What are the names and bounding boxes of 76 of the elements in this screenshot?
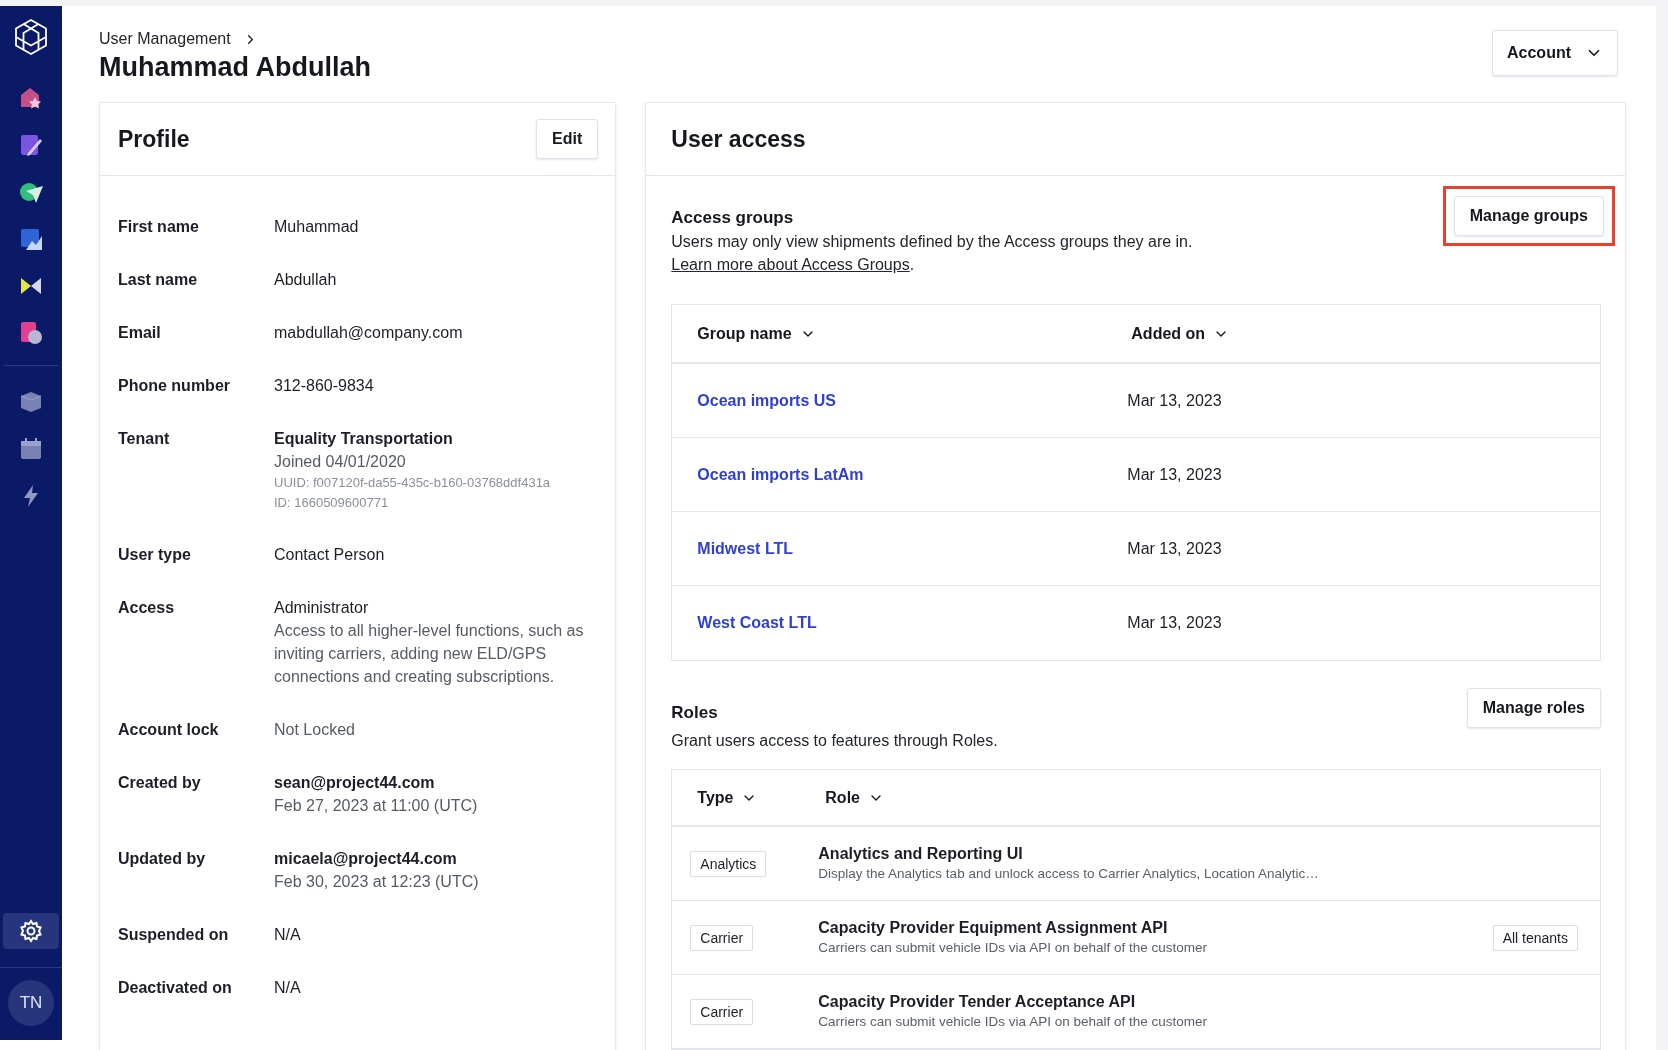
column-header[interactable]: Role xyxy=(825,788,884,807)
group-link[interactable]: Ocean imports US xyxy=(697,391,836,410)
learn-more-link[interactable]: Learn more about Access Groups xyxy=(671,256,910,273)
table-cell-text: Mar 13, 2023 xyxy=(1127,539,1223,558)
scope-tag: All tenants xyxy=(1492,924,1578,951)
account-button[interactable]: Account xyxy=(1492,30,1618,76)
manage-roles-button[interactable]: Manage roles xyxy=(1466,688,1601,728)
section-title: Roles xyxy=(671,702,719,724)
section-description: Grant users access to features through Roles. xyxy=(671,731,998,751)
edit-button[interactable]: Edit xyxy=(536,119,599,159)
section-title: Access groups xyxy=(671,207,795,229)
table-cell-text: Mar 13, 2023 xyxy=(1127,614,1223,632)
pencil-icon xyxy=(18,132,44,158)
field-value: Equality Transportation xyxy=(274,429,454,449)
table-cell-text: Mar 13, 2023 xyxy=(1127,391,1223,410)
field-label: User type xyxy=(118,545,192,565)
user-avatar[interactable]: TN xyxy=(8,980,54,1026)
field-value: Abdullah xyxy=(274,270,338,290)
role-description: Carriers can submit vehicle IDs via API on behalf of the customer xyxy=(818,939,1208,957)
home-star-icon xyxy=(18,85,44,111)
column-header[interactable]: Added on xyxy=(1131,324,1230,343)
group-link[interactable]: Midwest LTL xyxy=(697,539,793,558)
field-label: Created by xyxy=(118,773,202,793)
sidebar-item[interactable] xyxy=(3,913,59,949)
card-title: User access xyxy=(671,125,806,153)
field-value: 312-860-9834 xyxy=(274,376,375,396)
field-label: Email xyxy=(118,323,162,343)
logo-icon xyxy=(13,18,49,56)
manage-groups-button[interactable]: Manage groups xyxy=(1453,196,1604,236)
group-link[interactable]: West Coast LTL xyxy=(697,614,817,632)
role-description: Display the Analytics tab and unlock access to Carrier Analytics, Location Analytic… xyxy=(818,865,1320,883)
calendar-icon xyxy=(18,436,44,462)
cube-icon xyxy=(18,389,44,415)
field-value: Feb 30, 2023 at 12:23 (UTC) xyxy=(274,872,480,892)
field-label: Tenant xyxy=(118,429,171,449)
field-value: Muhammad xyxy=(274,217,360,237)
card-title: Profile xyxy=(118,125,190,153)
field-value: sean@project44.com xyxy=(274,773,436,793)
field-value: Joined 04/01/2020 xyxy=(274,452,407,472)
learn-more-text: Learn more about Access Groups. xyxy=(671,255,916,275)
role-title: Capacity Provider Equipment Assignment API xyxy=(818,918,1169,938)
field-value: Contact Person xyxy=(274,545,386,565)
type-tag: Analytics xyxy=(690,850,767,877)
chart-icon xyxy=(18,226,44,252)
page-title: Muhammad Abdullah xyxy=(99,52,371,83)
document-pie-icon xyxy=(18,320,44,346)
field-label: Phone number xyxy=(118,376,231,396)
field-value: mabdullah@company.com xyxy=(274,323,464,343)
field-value: UUID: f007120f-da55-435c-b160-03768ddf431a xyxy=(274,474,552,492)
role-title: Capacity Provider Tender Acceptance API xyxy=(818,992,1137,1012)
group-link[interactable]: Ocean imports LatAm xyxy=(697,465,864,484)
type-tag: Carrier xyxy=(690,924,754,951)
field-value: Feb 27, 2023 at 11:00 (UTC) xyxy=(274,796,479,816)
field-value: ID: 1660509600771 xyxy=(274,494,390,512)
role-title: Analytics and Reporting UI xyxy=(818,844,1024,864)
field-label: Deactivated on xyxy=(118,978,233,998)
field-label: Access xyxy=(118,598,176,618)
table-cell-text: Mar 13, 2023 xyxy=(1127,465,1223,484)
column-header[interactable]: Group name xyxy=(697,324,816,343)
column-header[interactable]: Type xyxy=(697,788,758,807)
field-label: Account lock xyxy=(118,720,220,740)
field-value: Not Locked xyxy=(274,720,356,740)
breadcrumb-link[interactable]: User Management xyxy=(99,30,231,48)
role-description: Carriers can submit vehicle IDs via API on behalf of the customer xyxy=(818,1013,1208,1031)
field-value: micaela@project44.com xyxy=(274,849,458,869)
field-value: N/A xyxy=(274,978,302,998)
field-label: Updated by xyxy=(118,849,207,869)
field-label: Last name xyxy=(118,270,199,290)
field-value: N/A xyxy=(274,925,302,945)
field-label: Suspended on xyxy=(118,925,230,945)
type-tag: Carrier xyxy=(690,998,754,1025)
field-value: Access to all higher-level functions, such as inviting carriers, adding new ELD/GPS connections and creating subscriptions. xyxy=(274,621,585,687)
field-value: Administrator xyxy=(274,598,370,618)
settings-icon xyxy=(18,918,44,944)
section-description: Users may only view shipments defined by the Access groups they are in. xyxy=(671,232,1193,252)
field-label: First name xyxy=(118,217,200,237)
